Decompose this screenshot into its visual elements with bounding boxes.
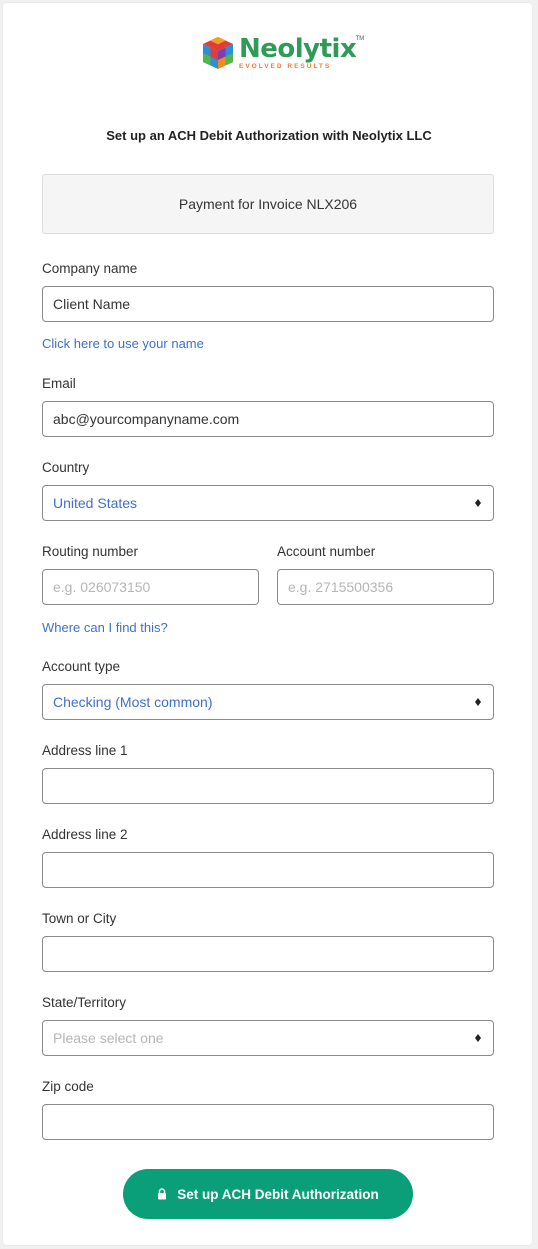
cube-logo-icon bbox=[201, 35, 235, 71]
routing-number-input[interactable]: e.g. 026073150 bbox=[42, 569, 259, 605]
zip-code-input[interactable] bbox=[42, 1104, 494, 1140]
address-line-2-input[interactable] bbox=[42, 852, 494, 888]
setup-ach-button[interactable]: Set up ACH Debit Authorization bbox=[123, 1169, 413, 1219]
account-number-placeholder: e.g. 2715500356 bbox=[288, 579, 394, 595]
email-input[interactable]: abc@yourcompanyname.com bbox=[42, 401, 494, 437]
routing-number-placeholder: e.g. 026073150 bbox=[53, 579, 151, 595]
use-your-name-link[interactable]: Click here to use your name bbox=[42, 336, 204, 351]
email-value: abc@yourcompanyname.com bbox=[53, 411, 240, 427]
select-arrows-icon bbox=[475, 499, 481, 507]
country-selected-value: United States bbox=[53, 495, 138, 511]
brand-wordmark: Neolytix TM EVOLVED RESULTS bbox=[239, 33, 364, 71]
state-placeholder: Please select one bbox=[53, 1030, 164, 1046]
country-select[interactable]: United States bbox=[42, 485, 494, 521]
town-city-label: Town or City bbox=[42, 911, 117, 926]
state-label: State/Territory bbox=[42, 995, 127, 1010]
address-line-2-label: Address line 2 bbox=[42, 827, 128, 842]
account-type-selected-value: Checking (Most common) bbox=[53, 694, 213, 710]
account-number-label: Account number bbox=[277, 544, 376, 559]
trademark-mark: TM bbox=[355, 35, 365, 42]
where-find-this-link[interactable]: Where can I find this? bbox=[42, 620, 168, 635]
page-title: Set up an ACH Debit Authorization with N… bbox=[106, 128, 432, 143]
routing-number-label: Routing number bbox=[42, 544, 139, 559]
company-name-value: Client Name bbox=[53, 296, 131, 312]
brand-name: Neolytix bbox=[239, 33, 357, 64]
zip-code-label: Zip code bbox=[42, 1079, 94, 1094]
state-select[interactable]: Please select one bbox=[42, 1020, 494, 1056]
address-line-1-input[interactable] bbox=[42, 768, 494, 804]
select-arrows-icon bbox=[475, 698, 481, 706]
account-type-select[interactable]: Checking (Most common) bbox=[42, 684, 494, 720]
country-label: Country bbox=[42, 460, 90, 475]
address-line-1-label: Address line 1 bbox=[42, 743, 128, 758]
account-type-label: Account type bbox=[42, 659, 121, 674]
invoice-description: Payment for Invoice NLX206 bbox=[178, 196, 358, 212]
company-name-label: Company name bbox=[42, 261, 138, 276]
town-city-input[interactable] bbox=[42, 936, 494, 972]
company-name-input[interactable]: Client Name bbox=[42, 286, 494, 322]
invoice-description-box: Payment for Invoice NLX206 bbox=[42, 174, 494, 234]
setup-ach-button-label: Set up ACH Debit Authorization bbox=[177, 1186, 379, 1202]
select-arrows-icon bbox=[475, 1034, 481, 1042]
account-number-input[interactable]: e.g. 2715500356 bbox=[277, 569, 494, 605]
email-label: Email bbox=[42, 376, 76, 391]
neolytix-logo: Neolytix TM EVOLVED RESULTS bbox=[201, 31, 364, 75]
lock-icon bbox=[158, 1188, 167, 1200]
